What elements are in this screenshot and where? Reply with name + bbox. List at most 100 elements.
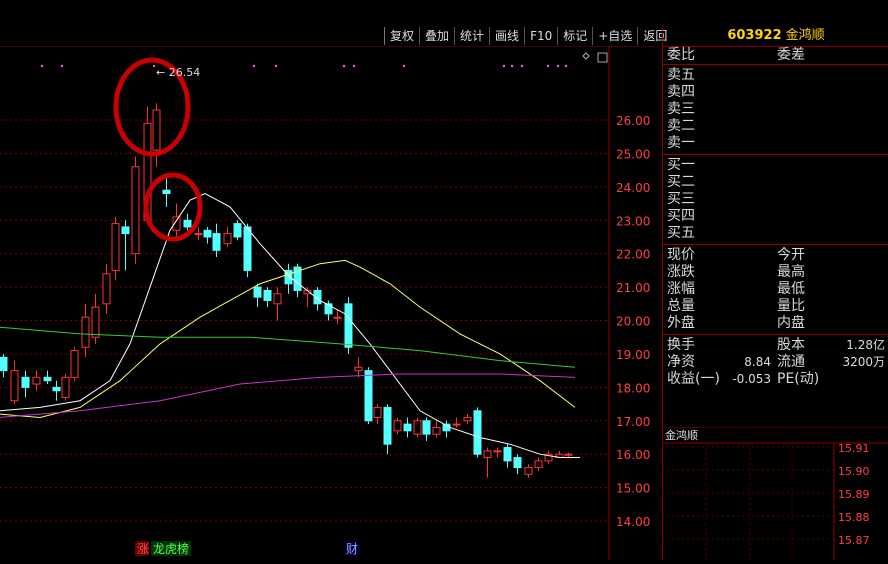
candle-body-7 (70, 350, 79, 378)
extra-row-1-label2: 流通 (777, 354, 805, 370)
extra-value-2: -0.053 (732, 372, 771, 386)
marker-dot-0 (40, 64, 44, 68)
marker-dot-6 (352, 64, 356, 68)
candle-body-20 (203, 229, 212, 238)
top-bar (0, 0, 888, 26)
candle-body-19 (194, 233, 203, 236)
price-label-5: 21.00 (616, 281, 650, 295)
marker-dot-11 (546, 64, 550, 68)
toolbar-button-4[interactable]: F10 (524, 27, 557, 45)
toolbar-button-2[interactable]: 统计 (454, 27, 489, 45)
marker-dot-9 (510, 64, 514, 68)
candle-body-5 (52, 386, 61, 392)
candle-body-52 (524, 467, 533, 475)
candle-body-4 (43, 376, 52, 382)
candle-body-50 (503, 447, 512, 462)
kline-svg: 26.00 25.00 24.00 23.00 22.00 21.00 20.00 19.00… (0, 45, 660, 560)
candle-body-45 (452, 423, 461, 426)
candle-body-2 (21, 376, 30, 388)
sell-row-1-label: 卖四 (667, 84, 695, 100)
stat-row-1: 涨跌 最高 (663, 264, 888, 281)
candle-body-3 (32, 376, 41, 385)
marker-dot-7 (402, 64, 406, 68)
candle-body-26 (263, 289, 272, 301)
ma60-line (0, 373, 576, 418)
weicha-label: 委差 (777, 47, 805, 63)
price-label-2: 24.00 (616, 181, 650, 195)
stock-header: 603922 金鸿顺 (663, 26, 888, 47)
sell-row-4: 卖一 (663, 135, 888, 152)
candle-body-13 (131, 166, 140, 255)
price-label-10: 16.00 (616, 448, 650, 462)
stat-row-0: 现价 今开 (663, 247, 888, 264)
buy-row-4: 买五 (663, 225, 888, 242)
toolbar-button-1[interactable]: 叠加 (419, 27, 454, 45)
marker-zhang: 涨 (137, 541, 149, 556)
stock-code: 603922 (727, 28, 782, 43)
extra-value-1: 8.84 (744, 355, 771, 369)
sell-row-2: 卖三 (663, 101, 888, 118)
sell-row-2-label: 卖三 (667, 101, 695, 117)
marker-dot-4 (274, 64, 278, 68)
candle-body-42 (422, 420, 431, 435)
marker-dot-8 (502, 64, 506, 68)
candle-body-0 (0, 356, 8, 372)
quote-stats: 现价 今开 涨跌 最高 涨幅 最低 总量 量比 外盘 内盘 (663, 245, 888, 335)
marker-dot-5 (342, 64, 346, 68)
weibi-section: 委比 委差 (663, 47, 888, 65)
candle-body-48 (483, 450, 492, 459)
candle-body-21 (212, 233, 221, 251)
marker-dot-12 (556, 64, 560, 68)
extra-row-0-label: 换手 (667, 337, 695, 353)
candle-body-46 (463, 416, 472, 422)
mini-axis-label-1: 15.90 (838, 465, 870, 478)
candle-body-1 (10, 370, 19, 402)
candle-body-25 (253, 286, 262, 298)
price-label-0: 26.00 (616, 114, 650, 128)
mini-axis-label-3: 15.88 (838, 511, 870, 524)
buy-row-1: 买二 (663, 174, 888, 191)
stat-row-0-label: 现价 (667, 247, 695, 263)
stat-row-1-label: 涨跌 (667, 264, 695, 280)
candle-body-10 (102, 273, 111, 305)
toolbar-button-0[interactable]: 复权 (384, 27, 419, 45)
toolbar-button-6[interactable]: +自选 (592, 27, 637, 45)
sell-orders: 卖五 卖四 卖三 卖二 卖一 (663, 65, 888, 155)
buy-row-0: 买一 (663, 157, 888, 174)
candle-body-22 (223, 233, 232, 245)
sell-row-0-label: 卖五 (667, 67, 695, 83)
toolbar-button-5[interactable]: 标记 (557, 27, 592, 45)
buy-orders: 买一 买二 买三 买四 买五 (663, 155, 888, 245)
diamond-icon (582, 52, 590, 60)
fundamentals: 换手 股本 1.28亿 净资 流通 8.84 3200万 收益(一) PE(动) -0.053 (663, 335, 888, 390)
candle-body-9 (91, 306, 100, 338)
candle-body-51 (513, 457, 522, 469)
marker-dot-2 (152, 64, 156, 68)
candle-body-15 (152, 109, 161, 151)
sell-row-4-label: 卖一 (667, 135, 695, 151)
extra-row-2-label: 收益(一) (667, 371, 720, 387)
candle-body-37 (373, 406, 382, 418)
stat-row-3-label2: 量比 (777, 298, 805, 314)
candle-body-49 (493, 450, 502, 453)
stat-row-2: 涨幅 最低 (663, 281, 888, 298)
stat-row-4-label2: 内盘 (777, 315, 805, 331)
candle-body-16 (162, 189, 171, 195)
marker-dot-3 (252, 64, 256, 68)
mini-axis-label-0: 15.91 (838, 442, 870, 455)
sell-row-3: 卖二 (663, 118, 888, 135)
toolbar-button-3[interactable]: 画线 (489, 27, 524, 45)
kline-chart[interactable]: 26.00 25.00 24.00 23.00 22.00 21.00 20.00 19.00… (0, 45, 660, 560)
candle-body-27 (273, 293, 282, 305)
candle-body-39 (393, 420, 402, 432)
buy-row-4-label: 买五 (667, 225, 695, 241)
sell-row-3-label: 卖二 (667, 118, 695, 134)
mini-chart-svg: 15.91 15.90 15.89 15.88 15.87 (662, 426, 888, 560)
buy-row-3-label: 买四 (667, 208, 695, 224)
mini-chart-title: 金鸿顺 (665, 429, 698, 442)
stat-row-2-label: 涨幅 (667, 281, 695, 297)
extra-value2-1: 3200万 (842, 355, 885, 369)
candle-body-6 (61, 376, 70, 398)
stat-row-3-label: 总量 (667, 298, 695, 314)
candle-body-34 (344, 303, 353, 348)
